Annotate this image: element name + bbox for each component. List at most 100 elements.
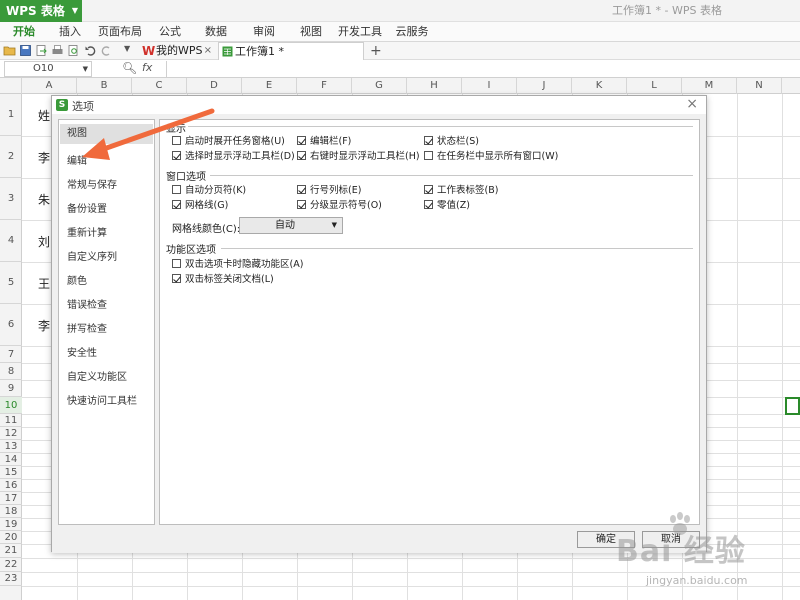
column-header[interactable]: C [132,78,187,94]
column-header[interactable]: N [737,78,782,94]
search-icon[interactable]: 🔍︎ [122,61,137,75]
checkbox-zero-values[interactable]: 零值(Z) [424,197,470,211]
tab-page-layout[interactable]: 页面布局 [98,22,142,42]
row-header[interactable]: 8 [0,363,22,380]
close-icon[interactable]: × [686,96,698,112]
row-header[interactable]: 16 [0,479,22,492]
nav-item-view[interactable]: 视图 [60,124,153,144]
column-header[interactable]: F [297,78,352,94]
print-icon[interactable] [51,44,64,57]
row-header[interactable]: 1 [0,94,22,136]
checkbox-float-toolbar-rightclick[interactable]: 右键时显示浮动工具栏(H) [297,148,420,162]
tab-formulas[interactable]: 公式 [156,22,184,42]
nav-item-spell-check[interactable]: 拼写检查 [67,320,107,335]
save-icon[interactable] [19,44,32,57]
redo-icon[interactable] [100,44,113,57]
tab-developer[interactable]: 开发工具 [338,22,382,42]
gridline-color-select[interactable]: 自动 ▼ [239,217,343,234]
row-header[interactable]: 20 [0,531,22,544]
add-tab-icon[interactable]: + [370,42,382,60]
export-icon[interactable] [35,44,48,57]
cell-a5[interactable]: 王 [38,275,50,292]
wps-app-menu-button[interactable]: WPS 表格 ▼ [0,0,82,22]
nav-item-general-save[interactable]: 常规与保存 [67,176,117,191]
checkbox-sheet-tabs[interactable]: 工作表标签(B) [424,182,498,196]
column-header[interactable]: H [407,78,462,94]
column-header[interactable]: I [462,78,517,94]
checkbox-show-taskpane[interactable]: 启动时展开任务窗格(U) [172,133,285,147]
nav-item-backup[interactable]: 备份设置 [67,200,107,215]
row-header[interactable]: 2 [0,136,22,178]
doc-tab-workbook[interactable]: 工作簿1 * [218,42,364,60]
row-header-selected[interactable]: 10 [0,397,22,414]
row-header[interactable]: 5 [0,262,22,304]
checkbox-formula-bar[interactable]: 编辑栏(F) [297,133,351,147]
formula-input[interactable] [166,61,796,77]
tab-home[interactable]: 开始 [10,22,38,42]
row-header[interactable]: 11 [0,414,22,427]
row-header[interactable]: 15 [0,466,22,479]
row-header[interactable]: 19 [0,518,22,531]
tab-review[interactable]: 审阅 [250,22,278,42]
column-header[interactable]: K [572,78,627,94]
checkbox-auto-pagebreak[interactable]: 自动分页符(K) [172,182,246,196]
checkbox-outline-symbols[interactable]: 分级显示符号(O) [297,197,382,211]
name-box[interactable]: O10 ▼ [4,61,92,77]
row-header[interactable]: 23 [0,572,22,586]
cell-a1[interactable]: 姓 [38,107,50,124]
select-all-corner[interactable] [0,78,22,94]
row-header[interactable]: 7 [0,346,22,363]
checkbox-status-bar[interactable]: 状态栏(S) [424,133,479,147]
tab-data[interactable]: 数据 [202,22,230,42]
row-header[interactable]: 14 [0,453,22,466]
doc-tab-mywps[interactable]: W 我的WPS × [140,42,214,60]
cell-a2[interactable]: 李 [38,149,50,166]
column-header[interactable]: G [352,78,407,94]
row-header[interactable]: 21 [0,544,22,558]
checkbox-taskbar-windows[interactable]: 在任务栏中显示所有窗口(W) [424,148,558,162]
row-header[interactable]: 9 [0,380,22,397]
checkbox-float-toolbar-select[interactable]: 选择时显示浮动工具栏(D) [172,148,295,162]
row-header[interactable]: 4 [0,220,22,262]
row-header[interactable]: 17 [0,492,22,505]
cell-a6[interactable]: 李 [38,317,50,334]
column-header[interactable]: M [682,78,737,94]
nav-item-edit[interactable]: 编辑 [67,152,87,167]
column-header[interactable]: J [517,78,572,94]
close-icon[interactable]: × [204,42,212,60]
dialog-title-bar[interactable]: S 选项 × [52,96,706,114]
nav-item-error-check[interactable]: 错误检查 [67,296,107,311]
column-header[interactable]: E [242,78,297,94]
nav-item-security[interactable]: 安全性 [67,344,97,359]
tab-cloud[interactable]: 云服务 [394,22,430,42]
column-header[interactable]: B [77,78,132,94]
tab-insert[interactable]: 插入 [56,22,84,42]
row-header[interactable]: 6 [0,304,22,346]
print-preview-icon[interactable] [67,44,80,57]
nav-item-recalculate[interactable]: 重新计算 [67,224,107,239]
selected-cell-o10[interactable] [785,397,800,415]
column-header[interactable]: A [22,78,77,94]
row-header[interactable]: 18 [0,505,22,518]
row-header[interactable]: 3 [0,178,22,220]
open-folder-icon[interactable] [3,44,16,57]
cell-a3[interactable]: 朱 [38,191,50,208]
undo-icon[interactable] [84,44,97,57]
cell-a4[interactable]: 刘 [38,233,50,250]
checkbox-gridlines[interactable]: 网格线(G) [172,197,228,211]
tab-view[interactable]: 视图 [297,22,325,42]
function-icon[interactable]: fx [142,61,152,74]
column-header[interactable]: D [187,78,242,94]
nav-item-custom-lists[interactable]: 自定义序列 [67,248,117,263]
row-header[interactable]: 13 [0,440,22,453]
row-header[interactable]: 22 [0,558,22,572]
checkbox-row-col-headers[interactable]: 行号列标(E) [297,182,361,196]
row-header[interactable]: 12 [0,427,22,440]
nav-item-customize-ribbon[interactable]: 自定义功能区 [67,368,127,383]
nav-item-quick-access[interactable]: 快速访问工具栏 [67,392,137,407]
checkbox-dblclick-close-doc[interactable]: 双击标签关闭文档(L) [172,271,274,285]
nav-item-colors[interactable]: 颜色 [67,272,87,287]
toolbar-more-icon[interactable]: ▼ [124,44,130,53]
checkbox-dblclick-hide-ribbon[interactable]: 双击选项卡时隐藏功能区(A) [172,256,303,270]
column-header[interactable]: L [627,78,682,94]
